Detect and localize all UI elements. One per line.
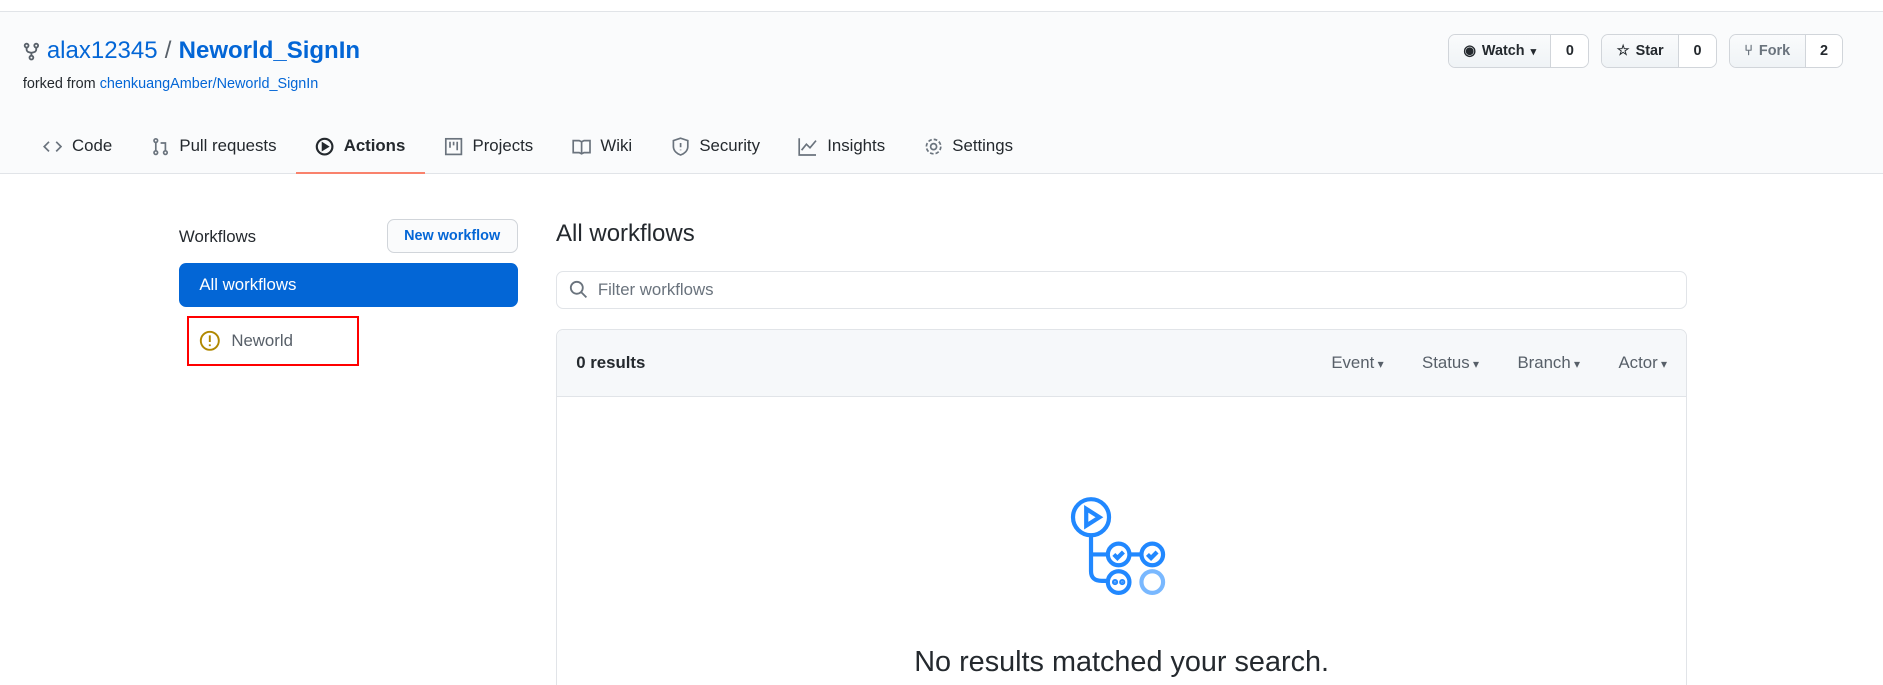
sidebar-item-label: Neworld <box>231 331 293 351</box>
tab-pull-requests[interactable]: Pull requests <box>131 120 295 173</box>
forked-prefix: forked from <box>22 75 96 92</box>
tab-wiki[interactable]: Wiki <box>552 120 651 173</box>
page-title: All workflows <box>556 219 695 247</box>
shield-icon <box>672 137 689 156</box>
tab-settings[interactable]: Settings <box>904 120 1032 173</box>
tab-actions[interactable]: Actions <box>295 120 425 175</box>
alert-icon <box>199 331 220 352</box>
tab-label: Security <box>699 136 760 156</box>
tab-insights[interactable]: Insights <box>779 120 904 173</box>
tab-projects[interactable]: Projects <box>425 120 553 173</box>
pull-request-icon <box>152 137 168 156</box>
code-icon <box>43 141 63 152</box>
tab-label: Settings <box>952 136 1013 156</box>
filter-workflows-input[interactable]: Filter workflows <box>556 271 1688 309</box>
fork-icon <box>23 42 39 61</box>
separator: / <box>164 37 172 65</box>
event-filter[interactable]: Event <box>1331 353 1383 373</box>
forked-from: forked from chenkuangAmber/Neworld_SignI… <box>23 76 319 92</box>
workflow-empty-icon <box>1071 497 1166 596</box>
sidebar-item-all-workflows[interactable]: All workflows <box>178 262 518 308</box>
project-icon <box>444 137 462 156</box>
tab-label: Actions <box>343 136 406 156</box>
results-panel: 0 results Event Status Branch Actor No r… <box>556 329 1688 685</box>
watch-count[interactable]: 0 <box>1550 34 1589 68</box>
repo-name-link[interactable]: Neworld_SignIn <box>179 37 360 65</box>
sidebar-item-label: All workflows <box>199 275 297 295</box>
star-label: Star <box>1635 43 1664 60</box>
tab-security[interactable]: Security <box>651 120 779 173</box>
gear-icon <box>925 138 942 155</box>
chevron-down-icon: ▾ <box>1530 45 1537 58</box>
fork-icon: ⑂ <box>1744 43 1753 60</box>
play-icon <box>315 137 334 156</box>
fork-label: Fork <box>1758 43 1791 60</box>
watch-label: Watch <box>1481 43 1525 60</box>
tab-label: Pull requests <box>179 136 277 156</box>
new-workflow-button[interactable]: New workflow <box>386 218 518 254</box>
empty-state-message: No results matched your search. <box>914 645 1330 678</box>
tab-label: Projects <box>472 136 534 156</box>
fork-count[interactable]: 2 <box>1804 34 1843 68</box>
status-filter[interactable]: Status <box>1422 353 1479 373</box>
repo-title: alax12345 / Neworld_SignIn <box>23 37 360 65</box>
search-icon <box>569 281 588 299</box>
graph-icon <box>798 138 818 156</box>
repo-owner-link[interactable]: alax12345 <box>47 37 158 65</box>
sidebar-item-neworld[interactable]: Neworld <box>187 315 360 367</box>
book-icon <box>571 139 591 155</box>
star-button[interactable]: ☆ Star 0 <box>1601 33 1717 69</box>
branch-filter[interactable]: Branch <box>1517 353 1580 373</box>
repo-tabs: Code Pull requests Actions Projects Wiki… <box>24 120 1032 175</box>
results-count: 0 results <box>576 353 646 373</box>
workflows-heading: Workflows <box>178 226 257 246</box>
fork-button[interactable]: ⑂ Fork 2 <box>1728 33 1844 69</box>
tab-label: Code <box>72 136 113 156</box>
tab-label: Wiki <box>600 136 633 156</box>
star-icon: ☆ <box>1616 43 1630 60</box>
filter-placeholder: Filter workflows <box>597 280 714 299</box>
eye-icon: ◉ <box>1463 43 1476 60</box>
tab-code[interactable]: Code <box>24 120 131 173</box>
tab-label: Insights <box>827 136 886 156</box>
star-count[interactable]: 0 <box>1678 34 1716 68</box>
actor-filter[interactable]: Actor <box>1618 353 1667 373</box>
forked-source-link[interactable]: chenkuangAmber/Neworld_SignIn <box>100 76 319 92</box>
watch-button[interactable]: ◉ Watch ▾ 0 <box>1447 33 1590 69</box>
